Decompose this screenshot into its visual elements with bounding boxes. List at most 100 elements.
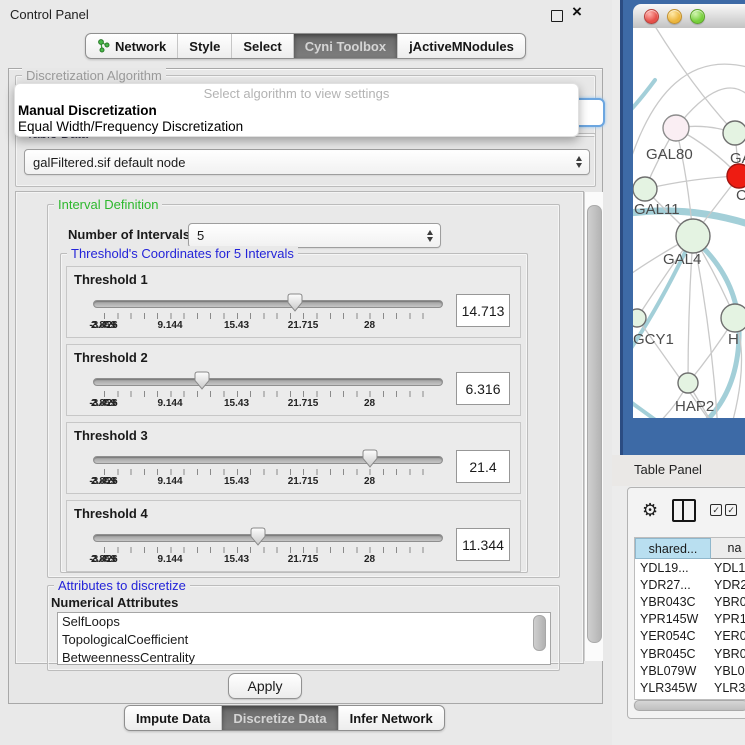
table-data-combobox[interactable]: galFiltered.sif default node bbox=[24, 149, 590, 175]
table-panel-title: Table Panel bbox=[634, 462, 702, 477]
column-header-name[interactable]: na bbox=[711, 538, 745, 559]
slider-thumb[interactable] bbox=[287, 293, 302, 312]
combo-spinner-icon bbox=[427, 230, 433, 242]
node-label: GAL11 bbox=[634, 201, 680, 218]
table-row[interactable]: YPR145W YPR1 bbox=[635, 611, 745, 628]
threshold-4-value-field[interactable]: 11.344 bbox=[456, 528, 510, 561]
horizontal-scrollbar[interactable] bbox=[633, 700, 745, 710]
tab-select[interactable]: Select bbox=[231, 34, 292, 58]
tab-style[interactable]: Style bbox=[177, 34, 231, 58]
tab-infer-network[interactable]: Infer Network bbox=[338, 706, 444, 730]
slider-track[interactable] bbox=[93, 456, 443, 464]
combo-spinner-icon bbox=[576, 156, 582, 168]
table-rows: YDL19... YDL1 YDR27... YDR2 YBR043C YBR0… bbox=[635, 559, 745, 700]
node-red-selected[interactable] bbox=[727, 164, 745, 188]
split-columns-icon[interactable] bbox=[672, 499, 696, 522]
float-window-icon[interactable] bbox=[551, 10, 563, 22]
scrollbar-thumb[interactable] bbox=[634, 700, 745, 711]
tab-discretize-data[interactable]: Discretize Data bbox=[221, 706, 337, 730]
slider-track[interactable] bbox=[93, 534, 443, 542]
node-gcy1[interactable] bbox=[633, 309, 646, 327]
threshold-3-slider[interactable]: -3.4262.8599.14415.4321.71528 bbox=[93, 453, 443, 489]
slider-thumb[interactable] bbox=[250, 527, 265, 546]
discretization-algorithm-title: Discretization Algorithm bbox=[22, 68, 166, 83]
node-hap2[interactable] bbox=[678, 373, 698, 393]
dropdown-option-manual[interactable]: Manual Discretization bbox=[15, 103, 578, 119]
table-row[interactable]: YBL079W YBL0 bbox=[635, 662, 745, 679]
tab-network[interactable]: Network bbox=[86, 34, 177, 58]
node-gal11[interactable] bbox=[633, 177, 657, 201]
table-row[interactable]: YLR345W YLR3 bbox=[635, 679, 745, 696]
dropdown-option-equal-width[interactable]: Equal Width/Frequency Discretization bbox=[15, 119, 578, 135]
tab-network-label: Network bbox=[115, 39, 166, 54]
list-item[interactable]: TopologicalCoefficient bbox=[58, 631, 550, 649]
column-header-shared-name[interactable]: shared... bbox=[635, 538, 711, 559]
panel-title: Control Panel bbox=[10, 7, 89, 22]
network-canvas[interactable]: GAL80 GA C GAL11 GAL4 GCY1 H HAP2 bbox=[633, 28, 745, 418]
checkbox-icon[interactable]: ✓ bbox=[725, 504, 737, 516]
attributes-group-title: Attributes to discretize bbox=[54, 578, 190, 593]
node-gal80[interactable] bbox=[663, 115, 689, 141]
threshold-3-value-field[interactable]: 21.4 bbox=[456, 450, 510, 483]
settings-scroll-panel: Interval Definition Number of Intervals … bbox=[15, 191, 584, 664]
table-data-group: Table Data galFiltered.sif default node bbox=[15, 133, 596, 187]
threshold-1-value-field[interactable]: 14.713 bbox=[456, 294, 510, 327]
table-row[interactable]: YDL19... YDL1 bbox=[635, 559, 745, 576]
slider-thumb[interactable] bbox=[362, 449, 377, 468]
dropdown-placeholder: Select algorithm to view settings bbox=[15, 84, 578, 103]
cyni-main-panel: Discretization Algorithm Table Data galF… bbox=[8, 68, 603, 704]
attributes-group: Attributes to discretize Numerical Attri… bbox=[47, 585, 560, 671]
slider-scale: -3.4262.8599.14415.4321.71528 bbox=[104, 554, 437, 566]
numerical-attributes-label: Numerical Attributes bbox=[51, 595, 178, 610]
numerical-attributes-list: SelfLoopsTopologicalCoefficientBetweenne… bbox=[57, 612, 551, 665]
node-label: GCY1 bbox=[633, 331, 674, 348]
table-row[interactable]: YER054C YER0 bbox=[635, 628, 745, 645]
node-h[interactable] bbox=[721, 304, 745, 332]
threshold-2-slider[interactable]: -3.4262.8599.14415.4321.71528 bbox=[93, 375, 443, 411]
tab-cyni-toolbox[interactable]: Cyni Toolbox bbox=[293, 34, 397, 58]
checkbox-icon[interactable]: ✓ bbox=[710, 504, 722, 516]
node-attribute-table: shared... na YDL19... YDL1 YDR27... YDR2… bbox=[634, 537, 745, 700]
table-header-row: shared... na bbox=[635, 538, 745, 559]
list-scrollbar[interactable] bbox=[533, 615, 546, 651]
node-ga[interactable] bbox=[723, 121, 745, 145]
slider-ticks bbox=[104, 391, 437, 397]
checkbox-icons[interactable]: ✓ ✓ bbox=[710, 504, 737, 516]
table-row[interactable]: YBR045C YBR0 bbox=[635, 645, 745, 662]
scrollbar-thumb[interactable] bbox=[587, 205, 602, 643]
slider-scale: -3.4262.8599.14415.4321.71528 bbox=[104, 398, 437, 410]
threshold-4-slider[interactable]: -3.4262.8599.14415.4321.71528 bbox=[93, 531, 443, 567]
node-gal4[interactable] bbox=[676, 219, 710, 253]
table-row[interactable]: YDR27... YDR2 bbox=[635, 576, 745, 593]
network-icon bbox=[97, 39, 110, 53]
slider-scale: -3.4262.8599.14415.4321.71528 bbox=[104, 476, 437, 488]
network-view-window: GAL80 GA C GAL11 GAL4 GCY1 H HAP2 bbox=[620, 0, 745, 455]
number-of-intervals-combobox[interactable]: 5 bbox=[188, 223, 441, 248]
node-label: HAP2 bbox=[675, 398, 714, 415]
threshold-1-row: Threshold 1 -3.4262.8599.14415.4321.7152… bbox=[66, 266, 521, 338]
table-data-value: galFiltered.sif default node bbox=[33, 155, 185, 170]
slider-thumb[interactable] bbox=[194, 371, 209, 390]
node-label: H bbox=[728, 331, 739, 348]
threshold-3-row: Threshold 3 -3.4262.8599.14415.4321.7152… bbox=[66, 422, 521, 494]
network-window-titlebar[interactable] bbox=[633, 4, 745, 29]
tab-jactivemnodules[interactable]: jActiveMNodules bbox=[397, 34, 525, 58]
table-panel-toolbar: ⚙ ✓ ✓ bbox=[642, 496, 745, 524]
gear-icon[interactable]: ⚙ bbox=[642, 501, 658, 519]
minimize-traffic-light[interactable] bbox=[667, 9, 682, 24]
zoom-traffic-light[interactable] bbox=[690, 9, 705, 24]
close-traffic-light[interactable] bbox=[644, 9, 659, 24]
list-item[interactable]: BetweennessCentrality bbox=[58, 649, 550, 665]
threshold-2-value-field[interactable]: 6.316 bbox=[456, 372, 510, 405]
close-icon[interactable]: × bbox=[572, 2, 582, 22]
threshold-4-row: Threshold 4 -3.4262.8599.14415.4321.7152… bbox=[66, 500, 521, 572]
slider-track[interactable] bbox=[93, 378, 443, 386]
vertical-scrollbar[interactable] bbox=[584, 192, 603, 661]
threshold-1-slider[interactable]: -3.4262.8599.14415.4321.71528 bbox=[93, 297, 443, 333]
table-row[interactable]: YBR043C YBR0 bbox=[635, 593, 745, 610]
list-item[interactable]: SelfLoops bbox=[58, 613, 550, 631]
interval-definition-title: Interval Definition bbox=[54, 197, 162, 212]
slider-track[interactable] bbox=[93, 300, 443, 308]
apply-button[interactable]: Apply bbox=[228, 673, 302, 699]
tab-impute-data[interactable]: Impute Data bbox=[125, 706, 221, 730]
